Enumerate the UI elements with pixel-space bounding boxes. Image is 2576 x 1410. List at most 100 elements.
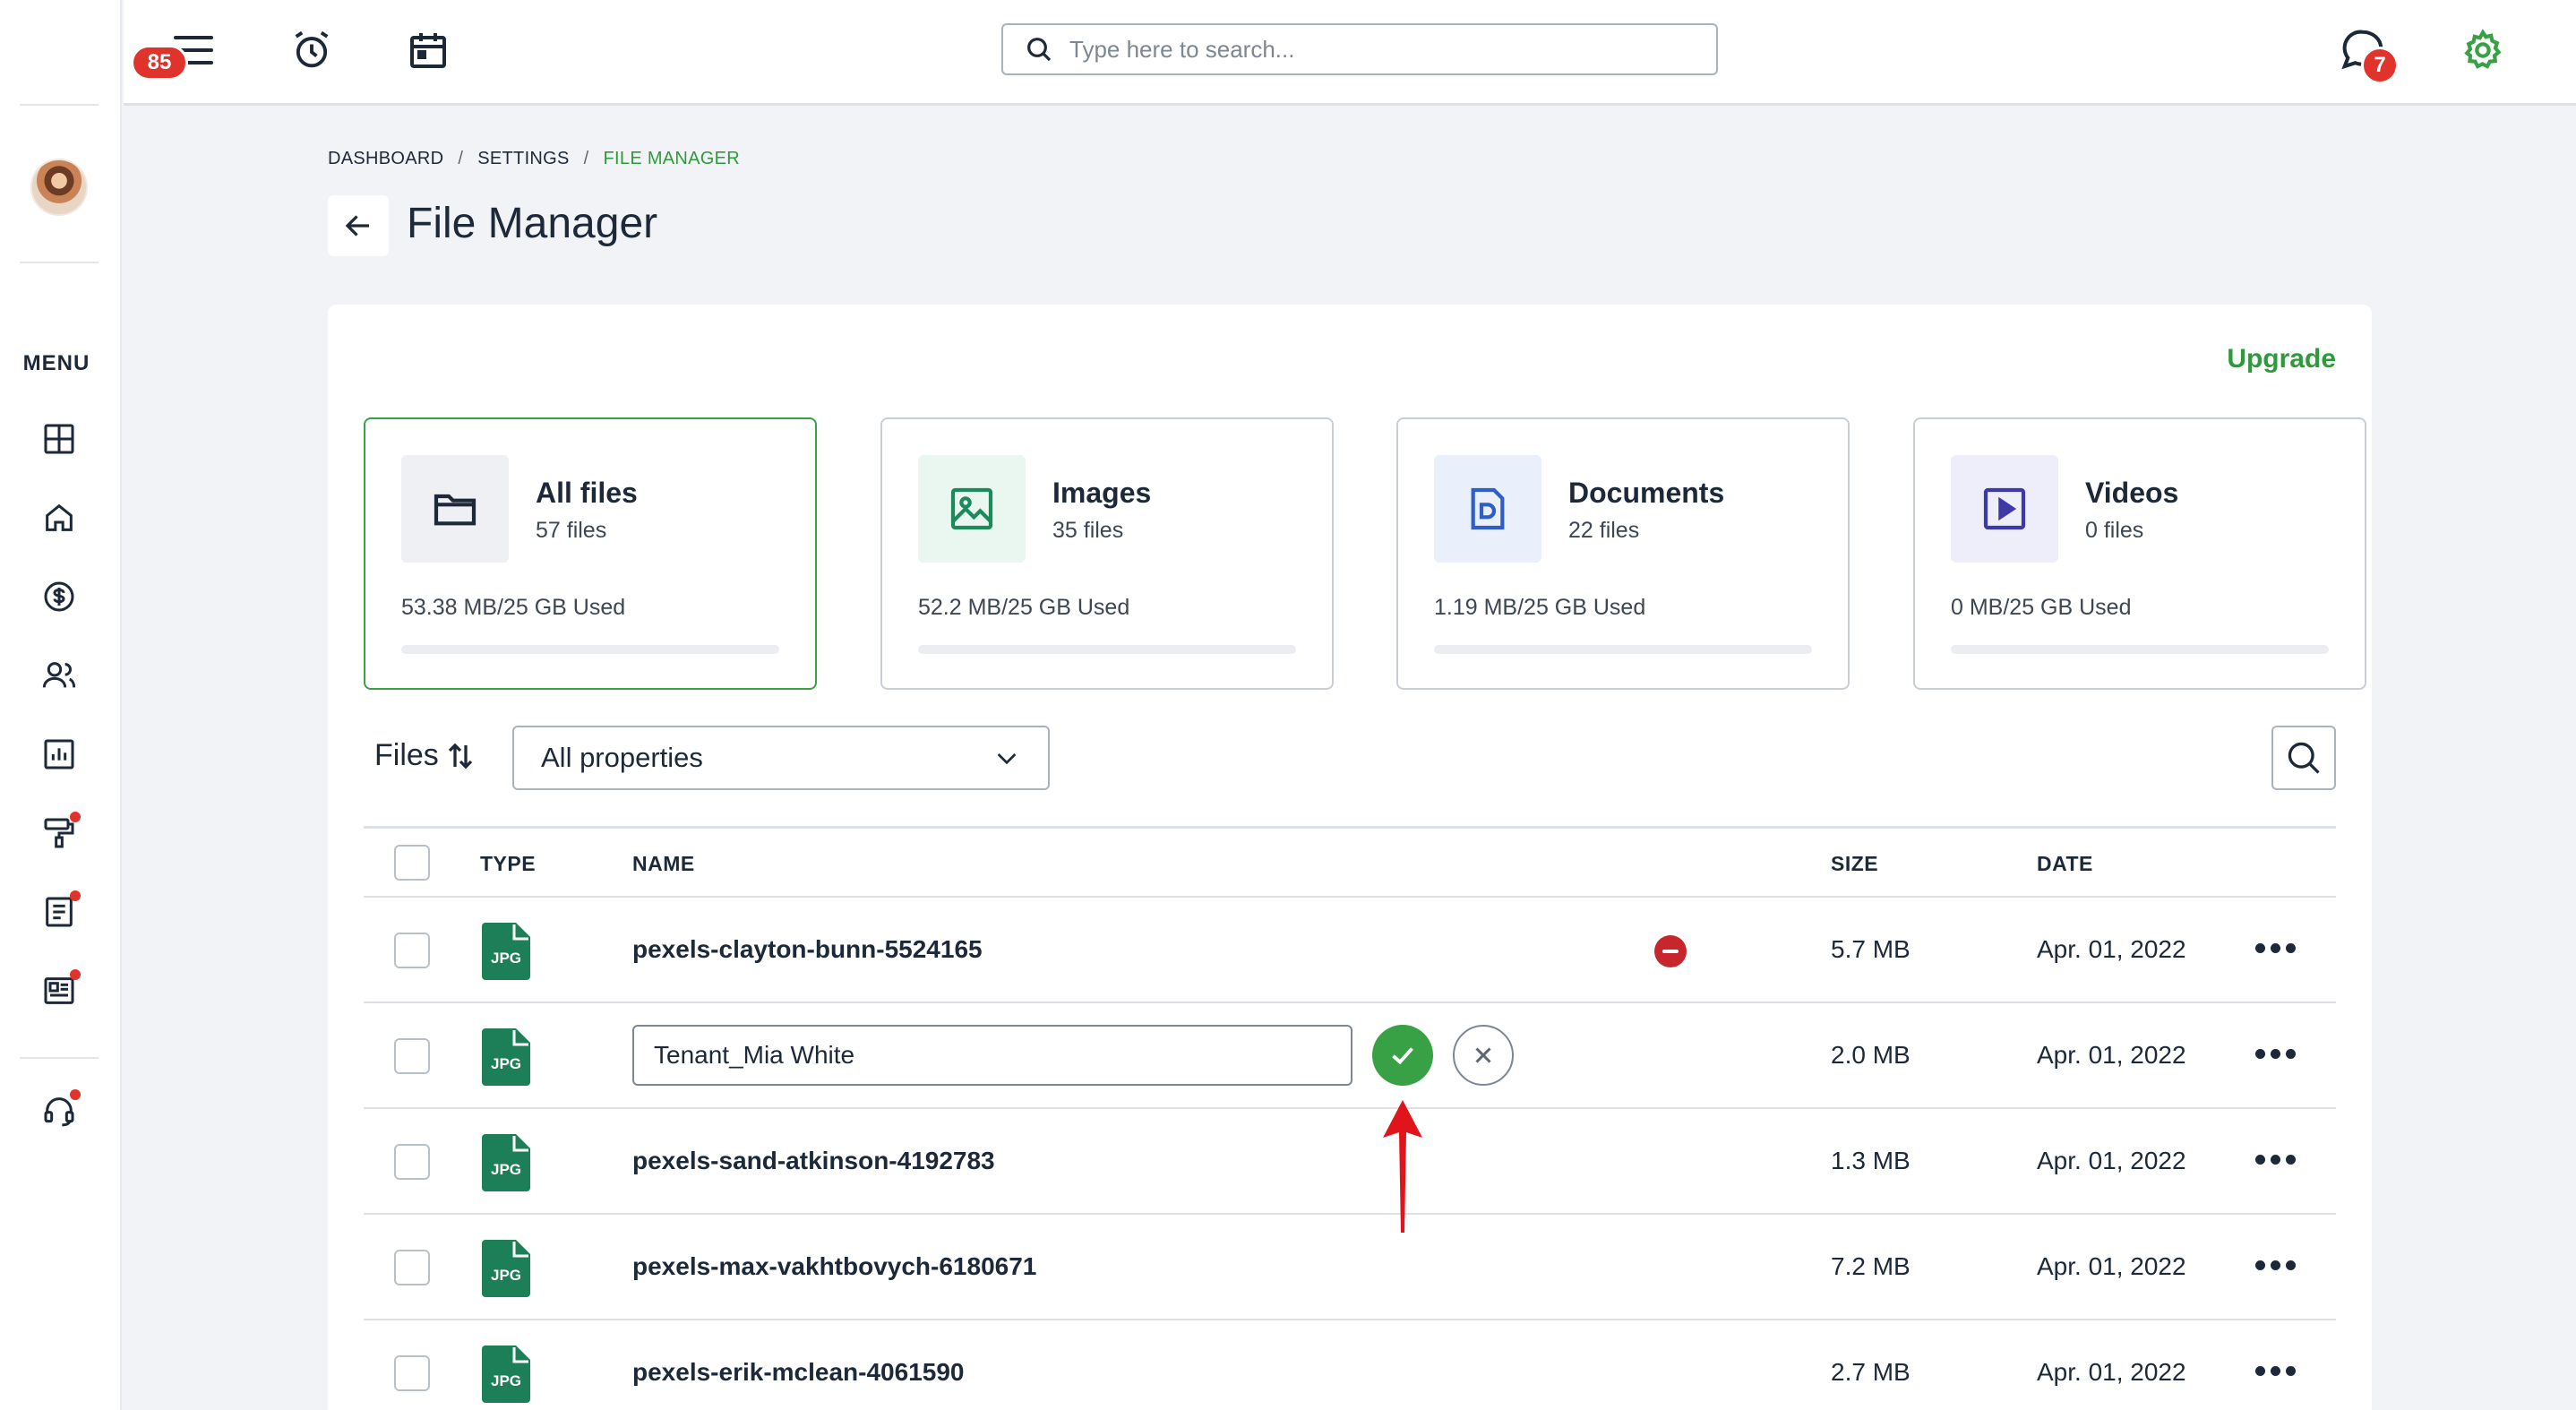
notification-dot bbox=[70, 969, 81, 980]
calendar-button[interactable] bbox=[401, 23, 455, 77]
calendar-icon bbox=[410, 33, 446, 68]
annotation-arrow-icon bbox=[1383, 1100, 1422, 1233]
file-size: 7.2 MB bbox=[1831, 1252, 1911, 1280]
column-header-date[interactable]: DATE bbox=[2037, 852, 2093, 876]
file-date: Apr. 01, 2022 bbox=[2037, 1041, 2186, 1069]
sidebar-item-home[interactable] bbox=[39, 498, 79, 537]
notification-dot bbox=[70, 812, 81, 822]
back-button[interactable] bbox=[328, 195, 389, 256]
upgrade-link[interactable]: Upgrade bbox=[2227, 344, 2336, 374]
property-filter-select[interactable]: All properties bbox=[512, 726, 1050, 790]
category-icon-box bbox=[1434, 455, 1541, 563]
category-title: Videos bbox=[2085, 477, 2179, 509]
sidebar-divider bbox=[20, 262, 99, 263]
close-icon bbox=[1475, 1047, 1491, 1063]
page-title: File Manager bbox=[407, 200, 658, 247]
search-icon bbox=[2288, 742, 2320, 774]
file-size: 1.3 MB bbox=[1831, 1147, 1911, 1174]
sidebar-item-dashboard[interactable] bbox=[39, 419, 79, 459]
jpg-file-icon: JPG bbox=[482, 923, 530, 980]
column-header-size[interactable]: SIZE bbox=[1831, 852, 1878, 876]
column-header-name[interactable]: NAME bbox=[632, 852, 695, 876]
avatar[interactable] bbox=[30, 159, 88, 216]
row-checkbox[interactable] bbox=[394, 1355, 430, 1391]
table-row[interactable]: JPG pexels-sand-atkinson-4192783 1.3 MB … bbox=[364, 1109, 2336, 1215]
select-all-checkbox[interactable] bbox=[394, 845, 430, 881]
settings-button[interactable] bbox=[2456, 23, 2510, 77]
sidebar: MENU bbox=[0, 0, 122, 1410]
category-all-files[interactable]: All files 57 files 53.38 MB/25 GB Used bbox=[364, 417, 817, 690]
jpg-file-icon: JPG bbox=[482, 1346, 530, 1403]
file-name[interactable]: pexels-max-vakhtbovych-6180671 bbox=[632, 1252, 1036, 1281]
usage-progress-bar bbox=[401, 645, 779, 654]
file-date: Apr. 01, 2022 bbox=[2037, 1358, 2186, 1386]
sidebar-item-reports[interactable] bbox=[39, 735, 79, 774]
row-checkbox[interactable] bbox=[394, 1038, 430, 1074]
table-row[interactable]: JPG pexels-max-vakhtbovych-6180671 7.2 M… bbox=[364, 1215, 2336, 1320]
cancel-rename-button[interactable] bbox=[1453, 1025, 1514, 1086]
row-actions-button[interactable] bbox=[2255, 1148, 2302, 1170]
row-checkbox[interactable] bbox=[394, 1144, 430, 1180]
category-usage: 1.19 MB/25 GB Used bbox=[1434, 595, 1646, 620]
file-name[interactable]: pexels-clayton-bunn-5524165 bbox=[632, 935, 983, 964]
sidebar-item-documents[interactable] bbox=[39, 890, 81, 932]
notification-dot bbox=[70, 1089, 81, 1100]
file-name[interactable]: pexels-erik-mclean-4061590 bbox=[632, 1358, 964, 1387]
file-date: Apr. 01, 2022 bbox=[2037, 1147, 2186, 1174]
sidebar-item-support[interactable] bbox=[39, 1089, 81, 1131]
alarm-button[interactable]: 85 bbox=[131, 23, 339, 81]
messages-button[interactable]: 7 bbox=[2336, 23, 2399, 84]
category-images[interactable]: Images 35 files 52.2 MB/25 GB Used bbox=[880, 417, 1334, 690]
search-input[interactable] bbox=[1069, 35, 1679, 64]
jpg-file-icon: JPG bbox=[482, 1134, 530, 1191]
breadcrumb-settings[interactable]: SETTINGS bbox=[477, 149, 569, 169]
video-icon bbox=[1983, 487, 2026, 530]
row-checkbox[interactable] bbox=[394, 933, 430, 968]
breadcrumb-dashboard[interactable]: DASHBOARD bbox=[328, 149, 443, 169]
dashboard-icon bbox=[44, 424, 74, 454]
category-count: 35 files bbox=[1052, 518, 1124, 543]
sidebar-item-maintenance[interactable] bbox=[39, 812, 81, 853]
usage-progress-bar bbox=[1434, 645, 1812, 654]
sidebar-item-users[interactable] bbox=[39, 656, 79, 695]
confirm-rename-button[interactable] bbox=[1372, 1025, 1433, 1086]
usage-progress-bar bbox=[1951, 645, 2329, 654]
file-type-label: JPG bbox=[490, 1372, 522, 1389]
checkmark-icon bbox=[1392, 1047, 1413, 1065]
sidebar-item-news[interactable] bbox=[39, 969, 81, 1010]
global-search[interactable] bbox=[1001, 23, 1718, 75]
breadcrumb: DASHBOARD / SETTINGS / FILE MANAGER bbox=[328, 149, 740, 169]
table-search-button[interactable] bbox=[2271, 726, 2336, 790]
row-actions-button[interactable] bbox=[2255, 1254, 2302, 1276]
row-checkbox[interactable] bbox=[394, 1250, 430, 1285]
alarm-clock-icon bbox=[295, 30, 329, 68]
image-icon bbox=[950, 487, 993, 530]
remove-icon[interactable] bbox=[1654, 935, 1687, 967]
row-actions-button[interactable] bbox=[2255, 937, 2302, 959]
category-count: 0 files bbox=[2085, 518, 2144, 543]
rename-input[interactable] bbox=[632, 1025, 1352, 1086]
file-date: Apr. 01, 2022 bbox=[2037, 1252, 2186, 1280]
message-count-badge: 7 bbox=[2361, 47, 2399, 84]
file-size: 5.7 MB bbox=[1831, 935, 1911, 963]
category-count: 57 files bbox=[536, 518, 607, 543]
file-name[interactable]: pexels-sand-atkinson-4192783 bbox=[632, 1147, 995, 1175]
files-sort-toggle[interactable]: Files bbox=[374, 738, 477, 773]
category-videos[interactable]: Videos 0 files 0 MB/25 GB Used bbox=[1913, 417, 2366, 690]
arrow-left-icon bbox=[345, 215, 369, 236]
category-icon-box bbox=[918, 455, 1026, 563]
category-icon-box bbox=[401, 455, 509, 563]
category-usage: 53.38 MB/25 GB Used bbox=[401, 595, 626, 620]
row-actions-button[interactable] bbox=[2255, 1043, 2302, 1064]
table-row-editing[interactable]: JPG 2.0 MB Apr. 01, 2022 bbox=[364, 1003, 2336, 1109]
sidebar-item-payments[interactable] bbox=[39, 577, 79, 616]
table-row[interactable]: JPG pexels-clayton-bunn-5524165 5.7 MB A… bbox=[364, 898, 2336, 1003]
column-header-type[interactable]: TYPE bbox=[480, 852, 536, 876]
folder-icon bbox=[434, 494, 477, 526]
row-actions-button[interactable] bbox=[2255, 1360, 2302, 1381]
home-icon bbox=[46, 503, 73, 531]
category-documents[interactable]: Documents 22 files 1.19 MB/25 GB Used bbox=[1396, 417, 1850, 690]
table-row[interactable]: JPG pexels-erik-mclean-4061590 2.7 MB Ap… bbox=[364, 1320, 2336, 1410]
files-label: Files bbox=[374, 738, 439, 772]
breadcrumb-separator: / bbox=[458, 149, 464, 168]
